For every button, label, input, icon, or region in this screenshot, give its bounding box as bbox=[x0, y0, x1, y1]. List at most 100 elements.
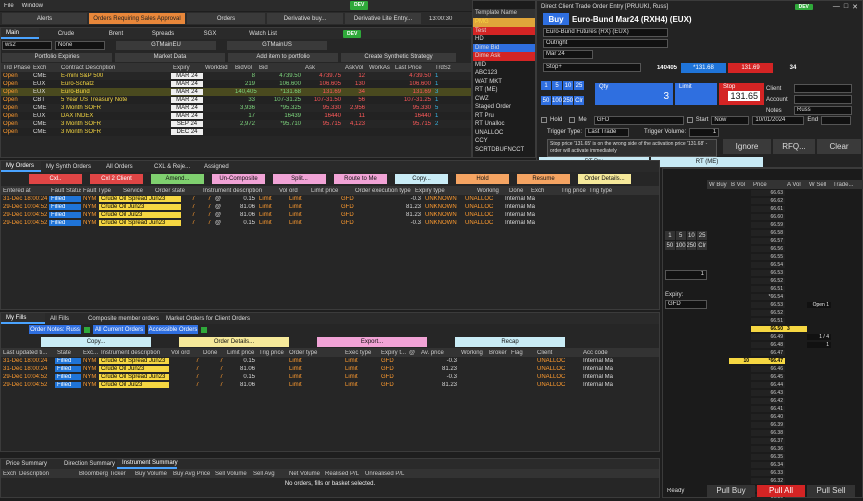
route-to-me-button[interactable]: Route to Me bbox=[334, 174, 387, 184]
end-date-input[interactable]: 10/01/2024 bbox=[752, 115, 805, 125]
tab-composite-member-orders[interactable]: Composite member orders bbox=[83, 313, 161, 324]
buy-button[interactable]: Buy bbox=[543, 13, 569, 25]
fill-details-button[interactable]: Order Details... bbox=[179, 336, 289, 347]
ladder-row[interactable]: 66.57 bbox=[707, 237, 863, 245]
cancel-to-client-button[interactable]: Cxl 2 Client bbox=[90, 174, 143, 184]
end-input[interactable] bbox=[821, 115, 852, 125]
order-row[interactable]: 29-Dec 10:04:52 Filled NYM Crude Oil Spread… bbox=[1, 219, 659, 227]
month-select[interactable]: Mar 24 bbox=[543, 50, 593, 59]
minimize-icon[interactable]: — bbox=[833, 3, 840, 10]
ladder-row[interactable]: 66.35 bbox=[707, 453, 863, 461]
tab-watch-list[interactable]: Watch List bbox=[233, 28, 293, 39]
ladder-row[interactable]: 66.44 bbox=[707, 381, 863, 389]
ladder-row[interactable]: 66.40 bbox=[707, 413, 863, 421]
split-button[interactable]: Split... bbox=[273, 174, 326, 184]
tab-direction-summary[interactable]: Direction Summary bbox=[59, 459, 117, 469]
ignore-button[interactable]: Ignore bbox=[723, 139, 771, 154]
recap-button[interactable]: Recap bbox=[455, 336, 565, 347]
template-item[interactable]: CCY bbox=[473, 137, 535, 146]
ladder-row[interactable]: 66.46 bbox=[707, 365, 863, 373]
ladder-row[interactable]: 66.53 Open 1 bbox=[707, 301, 863, 309]
copy-fills-button[interactable]: Copy... bbox=[41, 336, 151, 347]
ticket-bid[interactable]: *131.68 bbox=[681, 62, 726, 73]
tab-all-fills[interactable]: All Fills bbox=[45, 313, 83, 324]
alerts-button[interactable]: Alerts bbox=[2, 13, 87, 24]
rfq-button[interactable]: RFQ... bbox=[773, 139, 815, 154]
template-item[interactable]: MID bbox=[473, 61, 535, 70]
template-item[interactable]: SCRTDBUFNCCT bbox=[473, 146, 535, 155]
ladder-row[interactable]: 66.41 bbox=[707, 405, 863, 413]
ticket-ask[interactable]: 131.69 bbox=[728, 62, 773, 73]
menu-window[interactable]: Window bbox=[18, 3, 47, 9]
fill-row[interactable]: 29-Dec 10:04:52 Filled NYM Crude Oil Spread… bbox=[1, 373, 659, 381]
pull-buy-button[interactable]: Pull Buy bbox=[707, 484, 755, 497]
ladder-qty-input[interactable]: 1 bbox=[665, 270, 707, 280]
ladder-row[interactable]: 66.59 bbox=[707, 221, 863, 229]
account-input[interactable] bbox=[794, 95, 852, 104]
ladder-row[interactable]: 66.58 bbox=[707, 229, 863, 237]
template-item[interactable]: PMG bbox=[473, 18, 535, 27]
ladder-row[interactable]: 66.37 bbox=[707, 437, 863, 445]
order-notes-filter[interactable]: Order Notes: Russ bbox=[29, 325, 81, 334]
qty-10[interactable]: 10 bbox=[563, 81, 573, 90]
fill-row[interactable]: 31-Dec 18:00:24 Filled NYM Crude Oil Jun23 7… bbox=[1, 365, 659, 373]
export-button[interactable]: Export... bbox=[317, 336, 427, 347]
fill-row[interactable]: 29-Dec 10:04:52 Filled NYM Crude Oil Jul23 7… bbox=[1, 381, 659, 389]
ladder-qty-10[interactable]: 10 bbox=[686, 231, 697, 240]
template-item[interactable]: Staged Order bbox=[473, 103, 535, 112]
template-item[interactable]: RT (ME) bbox=[473, 86, 535, 95]
trigger-volume-input[interactable]: 1 bbox=[689, 127, 720, 137]
ladder-expiry-select[interactable]: GFD bbox=[665, 300, 707, 309]
ladder-qty-100[interactable]: 100 bbox=[675, 241, 686, 250]
synthetic-strategy-button[interactable]: Create Synthetic Strategy bbox=[341, 52, 456, 62]
tif-select[interactable]: GFD bbox=[593, 115, 684, 125]
maximize-icon[interactable]: □ bbox=[844, 3, 848, 10]
add-item-button[interactable]: Add item to portfolio bbox=[228, 52, 338, 62]
orders-requiring-approval-button[interactable]: Orders Requiring Sales Approval bbox=[89, 13, 185, 24]
ladder-row[interactable]: 66.51 bbox=[707, 317, 863, 325]
ladder-row[interactable]: 66.39 bbox=[707, 421, 863, 429]
ladder-qty-250[interactable]: 250 bbox=[686, 241, 697, 250]
order-row[interactable]: 29-Dec 10:04:52 Filled NYM Crude Oil Jul23 7… bbox=[1, 211, 659, 219]
ladder-qty-1[interactable]: 1 bbox=[665, 231, 675, 240]
close-icon[interactable]: ✕ bbox=[852, 3, 858, 11]
qty-5[interactable]: 5 bbox=[552, 81, 562, 90]
none-select[interactable]: None bbox=[55, 40, 105, 50]
menu-file[interactable]: File bbox=[0, 3, 18, 9]
market-data-button[interactable]: Market Data bbox=[115, 52, 225, 62]
ladder-row[interactable]: 66.55 bbox=[707, 253, 863, 261]
stop-value[interactable]: 131.65 bbox=[728, 91, 760, 101]
tab-assigned[interactable]: Assigned bbox=[199, 161, 239, 172]
ladder-row[interactable]: 66.56 bbox=[707, 245, 863, 253]
trigger-type-select[interactable]: Last Trade bbox=[585, 127, 630, 137]
template-item[interactable]: ABC123 bbox=[473, 69, 535, 78]
ladder-row[interactable]: 66.49 1 / 4 bbox=[707, 333, 863, 341]
order-details-button[interactable]: Order Details... bbox=[578, 174, 631, 184]
tab-my-fills[interactable]: My Fills bbox=[1, 313, 45, 324]
ladder-row[interactable]: 66.61 bbox=[707, 205, 863, 213]
gtmaineu-button[interactable]: GTMainEU bbox=[116, 40, 216, 50]
tab-instrument-summary[interactable]: Instrument Summary bbox=[117, 459, 178, 469]
tab-main[interactable]: Main bbox=[1, 28, 39, 39]
cancel-order-button[interactable]: Cxl.. bbox=[29, 174, 82, 184]
tab-all-orders[interactable]: All Orders bbox=[101, 161, 149, 172]
qty-50[interactable]: 50 bbox=[541, 96, 551, 105]
ladder-row[interactable]: 66.63 bbox=[707, 189, 863, 197]
portfolio-expiries-button[interactable]: Portfolio Expiries bbox=[2, 52, 112, 62]
start-input[interactable]: Now bbox=[711, 115, 750, 125]
ladder-row[interactable]: 66.33 bbox=[707, 469, 863, 477]
order-row[interactable]: 29-Dec 10:04:52 Filled NYM Crude Oil Jun23 7… bbox=[1, 203, 659, 211]
template-item[interactable]: Dime Bid bbox=[473, 43, 535, 52]
ladder-avol[interactable]: 3 bbox=[785, 326, 807, 332]
market-row[interactable]: Open CME 3 Month SOFR SEP 24 2,972 *95.710 95.… bbox=[1, 120, 471, 128]
qty-1[interactable]: 1 bbox=[541, 81, 551, 90]
tab-spreads[interactable]: Spreads bbox=[139, 28, 187, 39]
tab-sgx[interactable]: SGX bbox=[187, 28, 233, 39]
pull-all-button[interactable]: Pull All bbox=[757, 484, 805, 497]
workspace-select[interactable]: ws2 bbox=[2, 40, 52, 50]
tab-price-summary[interactable]: Price Summary bbox=[1, 459, 59, 469]
ladder-row[interactable]: 66.34 bbox=[707, 461, 863, 469]
resume-order-button[interactable]: Resume bbox=[517, 174, 570, 184]
qty-100[interactable]: 100 bbox=[552, 96, 562, 105]
qty-value[interactable]: 3 bbox=[663, 91, 669, 102]
